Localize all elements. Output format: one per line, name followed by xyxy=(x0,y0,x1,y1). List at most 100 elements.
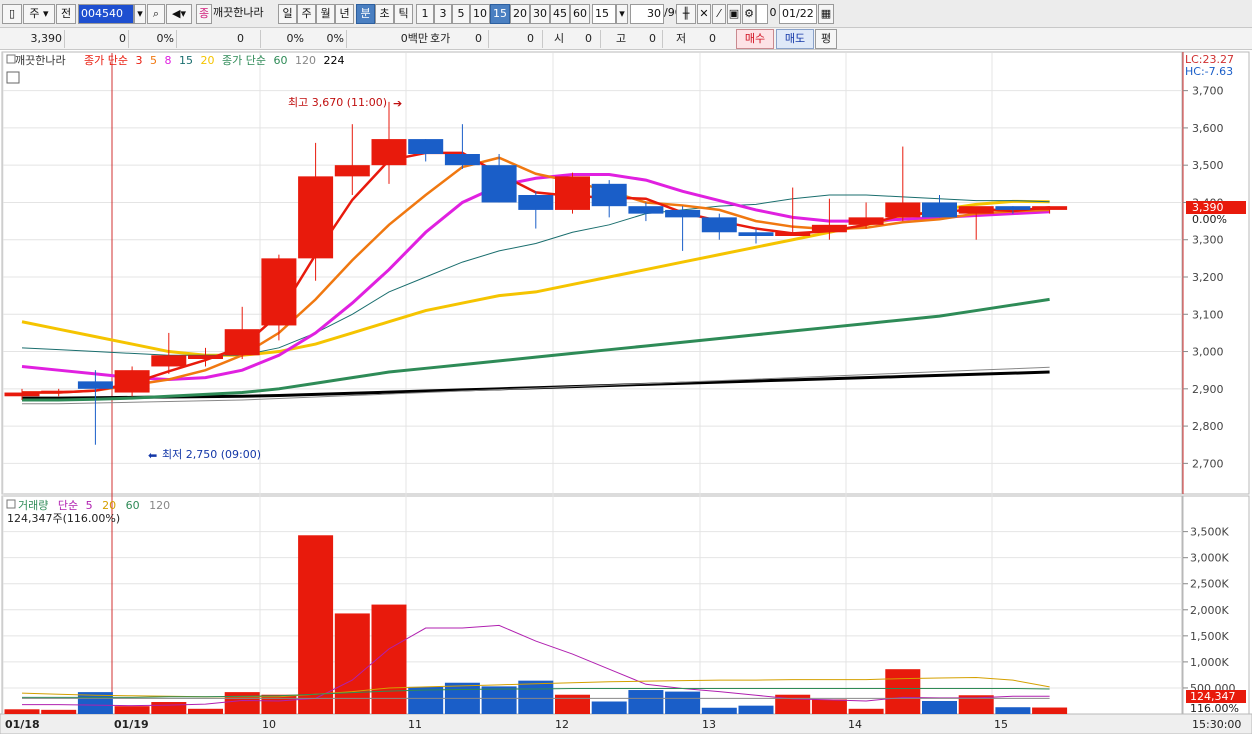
interval-20-button[interactable]: 20 xyxy=(510,4,530,24)
volume-tick-label: 3,500K xyxy=(1190,526,1229,539)
period-year-button[interactable]: 년 xyxy=(335,4,354,24)
interval-1-button[interactable]: 1 xyxy=(416,4,434,24)
hc-value: HC:-7.63 xyxy=(1185,65,1233,78)
interval-10-button[interactable]: 10 xyxy=(470,4,490,24)
candle-body xyxy=(371,139,407,166)
save-icon[interactable]: ▣ xyxy=(727,4,741,24)
volume-bar xyxy=(811,699,847,714)
candle-body xyxy=(922,202,957,218)
volume-bar xyxy=(995,707,1031,714)
volume-tick-label: 2,500K xyxy=(1190,578,1229,591)
average-button[interactable]: 평 xyxy=(815,29,837,49)
x-axis-label: 12 xyxy=(555,718,569,731)
interval-30-button[interactable]: 30 xyxy=(530,4,550,24)
candle-body xyxy=(738,232,774,236)
price-tick-label: 2,700 xyxy=(1192,457,1224,470)
candle-body xyxy=(77,381,113,389)
volume-bar xyxy=(114,706,150,714)
candle-body xyxy=(261,258,297,326)
volume-bar xyxy=(885,669,921,714)
volume-bar xyxy=(334,613,370,714)
interval-15-button[interactable]: 15 xyxy=(490,4,510,24)
volume-bar xyxy=(1032,707,1068,714)
period-second-button[interactable]: 초 xyxy=(375,4,394,24)
x-axis-background xyxy=(0,713,1252,734)
candle-body xyxy=(885,202,921,218)
legend-ma-8: 8 xyxy=(164,54,171,67)
period-tick-button[interactable]: 틱 xyxy=(394,4,413,24)
period-week-button[interactable]: 주 xyxy=(297,4,316,24)
window-menu-icon[interactable]: ▯ xyxy=(2,4,22,24)
legend-close-simple-label: 종가 단순 3 5 8 15 20 종가 단순 60 120 224 xyxy=(84,54,344,67)
volume-percent-tag: 116.00% xyxy=(1190,702,1239,715)
code-type-button[interactable]: 전 xyxy=(56,4,76,24)
candle-body xyxy=(665,209,701,218)
price-chart[interactable]: 3,7003,6003,5003,4003,3003,2003,1003,000… xyxy=(0,50,1252,734)
sell-button[interactable]: 매도 xyxy=(776,29,814,49)
candle-body xyxy=(848,217,884,225)
stock-name: 깨끗한나라 xyxy=(213,6,264,19)
count-input[interactable]: 30 xyxy=(630,4,664,24)
candle-body xyxy=(334,165,370,177)
volume-panel-background xyxy=(1,495,1183,715)
chevron-down-icon[interactable]: ▾ xyxy=(616,4,628,24)
price-tick-label: 3,100 xyxy=(1192,308,1224,321)
candle-body xyxy=(224,329,260,356)
calendar-icon[interactable]: ▦ xyxy=(818,4,834,24)
volume-bar xyxy=(922,700,957,714)
date-input[interactable]: 01/22 xyxy=(779,4,817,24)
price-tick-label: 2,800 xyxy=(1192,420,1224,433)
checkbox[interactable] xyxy=(756,4,768,24)
candle-body xyxy=(188,355,223,359)
volume-bar xyxy=(481,686,517,714)
volume-bar xyxy=(4,709,40,714)
interval-3-button[interactable]: 3 xyxy=(434,4,452,24)
candle-body xyxy=(995,206,1031,210)
gear-icon[interactable]: ⚙ xyxy=(742,4,756,24)
candle-body xyxy=(518,195,554,210)
volume-tick-label: 3,000K xyxy=(1190,552,1229,565)
period-minute-button[interactable]: 분 xyxy=(356,4,375,24)
arrow-right-icon: ➔ xyxy=(393,97,402,110)
candle-body xyxy=(555,176,590,210)
interval-input[interactable]: 15 xyxy=(592,4,616,24)
legend-ma-224: 224 xyxy=(323,54,344,67)
legend-stock-name: 깨끗한나라 xyxy=(15,54,66,67)
volume-tick-label: 1,000K xyxy=(1190,656,1229,669)
period-month-button[interactable]: 월 xyxy=(316,4,335,24)
market-label: 주 xyxy=(29,7,40,20)
interval-45-button[interactable]: 45 xyxy=(550,4,570,24)
high-label: 고 xyxy=(615,32,627,45)
open-label: 시 xyxy=(553,32,565,45)
volume-ma-20: 20 xyxy=(102,499,116,512)
x-axis-label: 14 xyxy=(848,718,862,731)
chart-frame xyxy=(0,51,1252,734)
volume-bar xyxy=(261,694,297,714)
market-select[interactable]: 주 ▾ xyxy=(23,4,55,24)
volume-bar xyxy=(591,701,627,714)
candle-body xyxy=(444,154,480,166)
legend-ma-15: 15 xyxy=(179,54,193,67)
draw-line-icon[interactable]: ⁄ xyxy=(712,4,726,24)
volume-tick-label: 1,500K xyxy=(1190,630,1229,643)
speaker-icon[interactable]: ◀▾ xyxy=(166,4,192,24)
stock-code-input[interactable]: 004540 xyxy=(78,4,134,24)
candle-body xyxy=(298,176,334,259)
low-label: 저 xyxy=(675,32,687,45)
period-day-button[interactable]: 일 xyxy=(278,4,297,24)
interval-5-button[interactable]: 5 xyxy=(452,4,470,24)
info-row: 3,390 0 0% 0 0% 0% 0백만 호가 0 0 시 0 고 0 저 … xyxy=(0,28,1252,50)
price-change: 0 xyxy=(119,32,126,45)
chart-style-icon[interactable]: ╫ xyxy=(676,4,696,24)
buy-button[interactable]: 매수 xyxy=(736,29,774,49)
volume-bar xyxy=(555,694,590,714)
cross-line-icon[interactable]: ✕ xyxy=(697,4,711,24)
search-icon[interactable]: ⌕ xyxy=(147,4,165,24)
interval-60-button[interactable]: 60 xyxy=(570,4,590,24)
x-axis-time-label: 15:30:00 xyxy=(1192,718,1241,731)
candle-body xyxy=(591,183,627,207)
checkbox-label: 0 xyxy=(769,6,777,19)
chevron-down-icon[interactable]: ▾ xyxy=(134,4,146,24)
candle-body xyxy=(701,217,737,233)
legend-ma-20: 20 xyxy=(200,54,214,67)
